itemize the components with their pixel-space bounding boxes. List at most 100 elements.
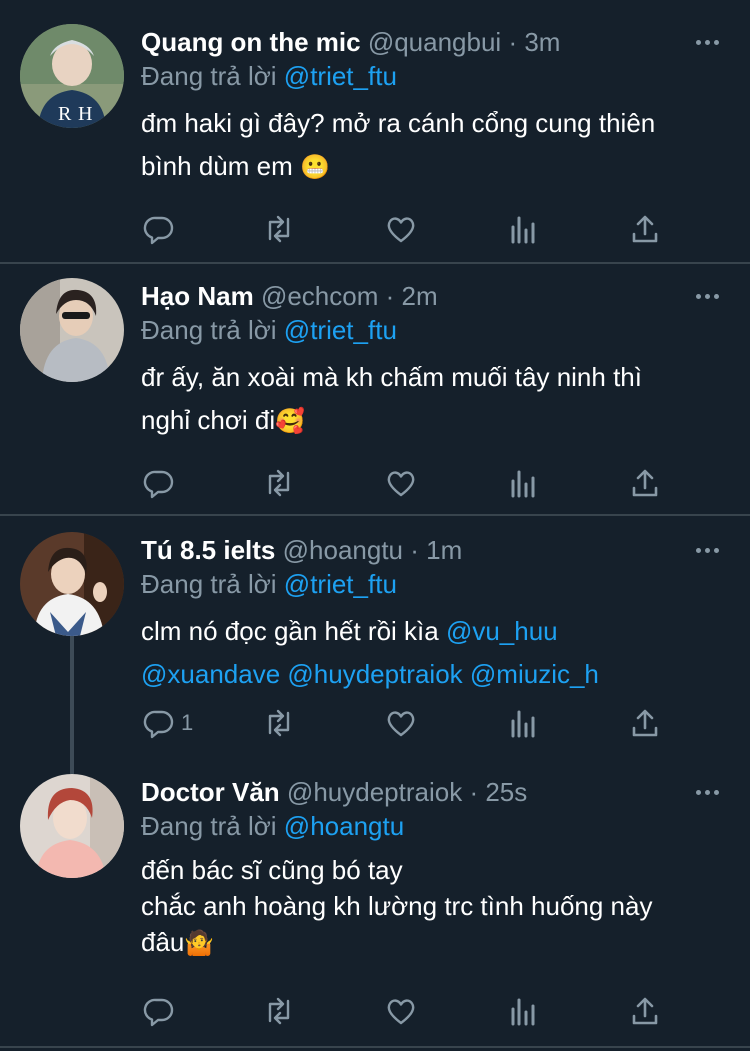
mention-link[interactable]: @xuandave <box>141 659 280 689</box>
emoji: 😬 <box>299 154 330 181</box>
share-icon <box>632 469 658 497</box>
tweet-quangbui[interactable]: R H Quang on the mic @quangbui · 3m Đang… <box>0 0 750 262</box>
mention-link[interactable]: @huydeptraiok <box>287 659 462 689</box>
tweet-actions <box>141 466 681 500</box>
user-handle[interactable]: @echcom <box>261 281 378 311</box>
mention-link[interactable]: @hoangtu <box>284 811 404 841</box>
separator: · <box>508 27 518 57</box>
retweet-button[interactable] <box>263 706 295 740</box>
share-button[interactable] <box>629 212 661 246</box>
retweet-button[interactable] <box>263 994 295 1028</box>
timestamp[interactable]: 2m <box>402 281 438 311</box>
mention-link[interactable]: @triet_ftu <box>284 315 397 345</box>
more-icon[interactable] <box>692 535 722 565</box>
share-icon <box>632 709 658 737</box>
share-icon <box>632 997 658 1025</box>
reply-icon <box>143 710 174 739</box>
tweet-text: đm haki gì đây? mở ra cánh cổng cung thi… <box>141 102 726 189</box>
retweet-icon <box>268 997 290 1025</box>
like-icon <box>387 711 415 737</box>
retweet-icon <box>268 469 290 497</box>
timestamp[interactable]: 3m <box>524 27 560 57</box>
reply-button[interactable] <box>143 994 181 1028</box>
reply-feed: R H Quang on the mic @quangbui · 3m Đang… <box>0 0 750 1051</box>
svg-text:R: R <box>58 103 72 125</box>
avatar[interactable] <box>20 278 124 382</box>
text-line: đến bác sĩ cũng bó tay <box>141 855 403 885</box>
mention-link[interactable]: @triet_ftu <box>284 569 397 599</box>
analytics-button[interactable] <box>507 466 539 500</box>
share-button[interactable] <box>629 466 661 500</box>
share-button[interactable] <box>629 994 661 1028</box>
mention-link[interactable]: @miuzic_h <box>470 659 599 689</box>
reply-prefix: Đang trả lời <box>141 569 277 599</box>
tweet-huydeptraiok[interactable]: Doctor Văn @huydeptraiok · 25s Đang trả … <box>0 766 750 1046</box>
tweet-echcom[interactable]: Hạo Nam @echcom · 2m Đang trả lời @triet… <box>0 264 750 514</box>
analytics-button[interactable] <box>507 212 539 246</box>
user-handle[interactable]: @hoangtu <box>283 535 403 565</box>
text-line: đr ấy, ăn xoài mà kh chấm muối tây ninh … <box>141 362 642 392</box>
like-button[interactable] <box>385 706 417 740</box>
separator: · <box>385 281 395 311</box>
like-button[interactable] <box>385 212 417 246</box>
avatar[interactable] <box>20 774 124 878</box>
analytics-icon <box>511 470 535 498</box>
tweet-header: Doctor Văn @huydeptraiok · 25s <box>141 776 650 808</box>
tweet-header: Hạo Nam @echcom · 2m <box>141 280 650 312</box>
share-icon <box>632 215 658 243</box>
timestamp[interactable]: 25s <box>485 777 527 807</box>
mention-link[interactable]: @vu_huu <box>446 616 558 646</box>
replying-to: Đang trả lời @hoangtu <box>141 810 404 842</box>
text-line: đâu <box>141 927 185 957</box>
retweet-button[interactable] <box>263 212 295 246</box>
reply-prefix: Đang trả lời <box>141 315 277 345</box>
reply-count: 1 <box>181 710 194 735</box>
display-name[interactable]: Hạo Nam <box>141 281 254 311</box>
separator: · <box>410 535 419 565</box>
like-icon <box>387 471 415 497</box>
like-button[interactable] <box>385 466 417 500</box>
reply-button[interactable] <box>143 212 181 246</box>
retweet-button[interactable] <box>263 466 295 500</box>
tweet-actions: 1 <box>141 706 681 740</box>
reply-button[interactable] <box>143 466 181 500</box>
analytics-button[interactable] <box>507 994 539 1028</box>
emoji: 🤷 <box>184 930 215 957</box>
tweet-text: clm nó đọc gần hết rồi kìa @vu_huu @xuan… <box>141 610 726 696</box>
text-line: bình dùm em <box>141 151 293 181</box>
tweet-actions <box>141 212 681 246</box>
more-icon[interactable] <box>692 27 722 57</box>
user-handle[interactable]: @quangbui <box>368 27 501 57</box>
more-icon[interactable] <box>692 281 722 311</box>
retweet-icon <box>268 215 290 243</box>
user-handle[interactable]: @huydeptraiok <box>287 777 462 807</box>
analytics-icon <box>511 998 535 1026</box>
analytics-icon <box>511 216 535 244</box>
like-icon <box>387 999 415 1025</box>
avatar[interactable] <box>20 532 124 636</box>
tweet-text: đến bác sĩ cũng bó tay chắc anh hoàng kh… <box>141 852 726 962</box>
text-line: clm nó đọc gần hết rồi kìa <box>141 616 439 646</box>
replying-to: Đang trả lời @triet_ftu <box>141 568 397 600</box>
share-button[interactable] <box>629 706 661 740</box>
text-line: chắc anh hoàng kh lường trc tình huống n… <box>141 891 653 921</box>
replying-to: Đang trả lời @triet_ftu <box>141 60 397 92</box>
like-button[interactable] <box>385 994 417 1028</box>
like-icon <box>387 217 415 243</box>
mention-link[interactable]: @triet_ftu <box>284 61 397 91</box>
svg-text:H: H <box>78 103 92 125</box>
more-icon[interactable] <box>692 777 722 807</box>
display-name[interactable]: Tú 8.5 ielts <box>141 535 275 565</box>
reply-button[interactable]: 1 <box>143 706 193 740</box>
analytics-button[interactable] <box>507 706 539 740</box>
tweet-header: Tú 8.5 ielts @hoangtu · 1m <box>141 534 650 566</box>
tweet-header: Quang on the mic @quangbui · 3m <box>141 26 650 58</box>
timestamp[interactable]: 1m <box>426 535 462 565</box>
retweet-icon <box>268 709 290 737</box>
analytics-icon <box>511 710 535 738</box>
avatar[interactable]: R H <box>20 24 124 128</box>
display-name[interactable]: Quang on the mic <box>141 27 361 57</box>
tweet-text: đr ấy, ăn xoài mà kh chấm muối tây ninh … <box>141 356 726 443</box>
display-name[interactable]: Doctor Văn <box>141 777 280 807</box>
tweet-hoangtu[interactable]: Tú 8.5 ielts @hoangtu · 1m Đang trả lời … <box>0 516 750 766</box>
